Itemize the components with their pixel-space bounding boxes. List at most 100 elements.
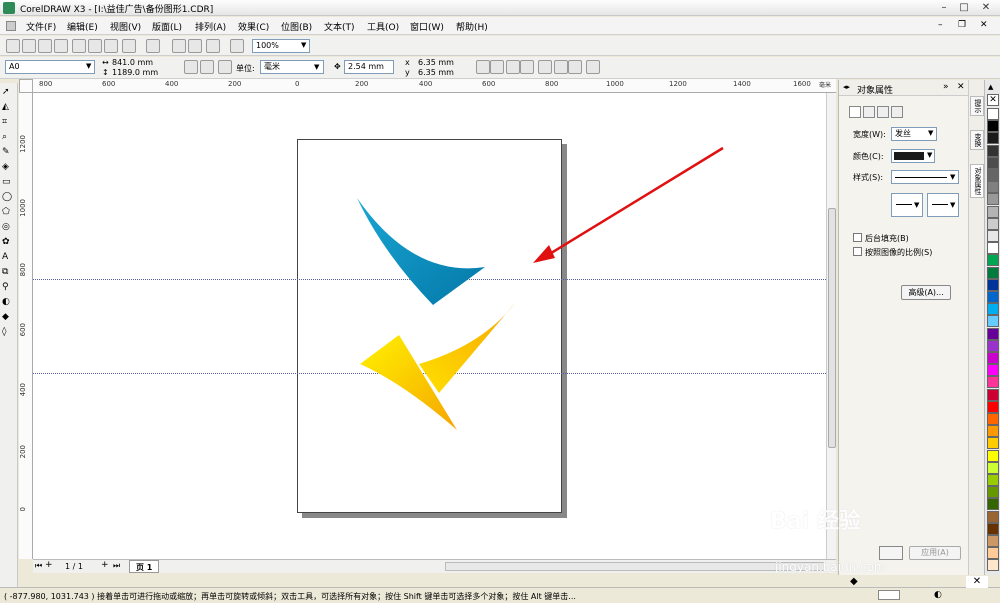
ellipse-tool-icon[interactable]: ◯ bbox=[2, 192, 16, 205]
chevron-down-icon[interactable]: ▼ bbox=[314, 63, 319, 71]
palette-swatch[interactable] bbox=[987, 303, 999, 316]
orange-right-wing-shape[interactable] bbox=[419, 302, 516, 393]
fill-swatch[interactable] bbox=[878, 590, 900, 600]
undo-icon[interactable] bbox=[122, 39, 136, 53]
scrollbar-thumb[interactable] bbox=[828, 208, 836, 448]
export-icon[interactable] bbox=[188, 39, 202, 53]
menu-layout[interactable]: 版面(L) bbox=[152, 20, 182, 33]
general-tab-icon[interactable] bbox=[877, 106, 889, 118]
palette-swatch[interactable] bbox=[987, 474, 999, 486]
outline-tool-icon[interactable]: ◐ bbox=[2, 297, 16, 310]
fill-tool-icon[interactable]: ◆ bbox=[2, 312, 16, 325]
vertical-scrollbar[interactable] bbox=[826, 93, 836, 559]
docker-options-icon[interactable]: » bbox=[943, 82, 949, 92]
palette-swatch[interactable] bbox=[987, 327, 999, 340]
menu-help[interactable]: 帮助(H) bbox=[456, 20, 488, 33]
rectangle-tool-icon[interactable]: ▭ bbox=[2, 177, 16, 190]
cut-icon[interactable] bbox=[72, 39, 86, 53]
palette-swatch[interactable] bbox=[987, 535, 999, 547]
new-icon[interactable] bbox=[6, 39, 20, 53]
chevron-down-icon[interactable]: ▼ bbox=[86, 62, 91, 70]
palette-swatch[interactable] bbox=[987, 315, 999, 328]
portrait-icon[interactable] bbox=[184, 60, 198, 74]
palette-scroll-up-icon[interactable]: ▲ bbox=[988, 83, 993, 91]
doc-minimize-icon[interactable]: – bbox=[938, 20, 943, 30]
zoom-tool-icon[interactable]: ⌕ bbox=[2, 132, 16, 145]
palette-swatch[interactable] bbox=[987, 461, 999, 474]
palette-swatch[interactable] bbox=[987, 144, 999, 157]
outline-style-select[interactable]: ▼ bbox=[891, 170, 959, 184]
close-button[interactable]: ✕ bbox=[972, 1, 1000, 15]
snap-grid-icon[interactable] bbox=[490, 60, 504, 74]
palette-swatch[interactable] bbox=[987, 510, 999, 523]
dynamic-guides-icon[interactable] bbox=[538, 60, 552, 74]
menu-file[interactable]: 文件(F) bbox=[26, 20, 56, 33]
menu-arrange[interactable]: 排列(A) bbox=[195, 20, 226, 33]
apply-button[interactable]: 应用(A) bbox=[909, 546, 961, 560]
freehand-tool-icon[interactable]: ✎ bbox=[2, 147, 16, 160]
text-edit-icon[interactable] bbox=[554, 60, 568, 74]
interactive-blend-icon[interactable]: ⧉ bbox=[2, 267, 16, 280]
nudge-distance-field[interactable]: 2.54 mm bbox=[344, 60, 394, 74]
basic-shapes-icon[interactable]: ✿ bbox=[2, 237, 16, 250]
palette-swatch[interactable] bbox=[987, 498, 999, 511]
start-arrow-select[interactable]: ▼ bbox=[891, 193, 923, 217]
palette-swatch[interactable] bbox=[987, 278, 999, 291]
palette-swatch[interactable] bbox=[987, 181, 999, 194]
doc-restore-icon[interactable]: ❐ bbox=[958, 20, 966, 30]
shape-tool-icon[interactable]: ◭ bbox=[2, 102, 16, 115]
fill-tab-icon[interactable] bbox=[849, 106, 861, 118]
palette-swatch[interactable] bbox=[987, 547, 999, 560]
print-icon[interactable] bbox=[54, 39, 68, 53]
behind-fill-checkbox[interactable] bbox=[853, 233, 862, 242]
interactive-fill-icon[interactable]: ◊ bbox=[2, 327, 16, 340]
docker-tab-transform[interactable]: 变换 bbox=[970, 130, 984, 150]
palette-swatch[interactable] bbox=[987, 120, 999, 133]
horizontal-ruler[interactable]: 800 600 400 200 0 200 400 600 800 1000 1… bbox=[33, 79, 836, 93]
docker-grip-icon[interactable]: ◂▸ bbox=[843, 83, 850, 91]
palette-swatch[interactable] bbox=[987, 108, 999, 120]
palette-swatch[interactable] bbox=[987, 266, 999, 279]
outline-color-picker[interactable]: ▼ bbox=[891, 149, 935, 163]
menu-window[interactable]: 窗口(W) bbox=[410, 20, 444, 33]
palette-swatch[interactable] bbox=[987, 339, 999, 352]
document-menu-icon[interactable] bbox=[6, 21, 16, 31]
palette-swatch[interactable] bbox=[987, 156, 999, 169]
treat-as-filled-icon[interactable] bbox=[476, 60, 490, 74]
palette-swatch[interactable] bbox=[987, 132, 999, 145]
palette-swatch[interactable] bbox=[987, 217, 999, 230]
text-tool-icon[interactable]: A bbox=[2, 252, 16, 265]
palette-swatch[interactable] bbox=[987, 205, 999, 218]
select-hidden-icon[interactable] bbox=[568, 60, 582, 74]
copy-icon[interactable] bbox=[88, 39, 102, 53]
add-page-after-icon[interactable]: + bbox=[101, 560, 109, 570]
page-tab[interactable]: 页 1 bbox=[129, 560, 160, 573]
blue-swoosh-shape[interactable] bbox=[357, 198, 485, 305]
docker-close-icon[interactable]: ✕ bbox=[957, 82, 965, 92]
palette-swatch[interactable] bbox=[987, 522, 999, 535]
palette-swatch[interactable] bbox=[987, 193, 999, 206]
duplicate-y-field[interactable]: 6.35 mm bbox=[418, 68, 454, 77]
paper-type-select[interactable]: A0 bbox=[5, 60, 95, 74]
drawing-canvas[interactable] bbox=[33, 93, 826, 559]
all-pages-icon[interactable] bbox=[218, 60, 232, 74]
polygon-tool-icon[interactable]: ⬠ bbox=[2, 207, 16, 220]
advanced-button[interactable]: 高级(A)... bbox=[901, 285, 951, 300]
palette-swatch[interactable] bbox=[987, 449, 999, 462]
add-page-before-icon[interactable]: + bbox=[45, 560, 53, 570]
smart-fill-icon[interactable]: ◈ bbox=[2, 162, 16, 175]
pick-tool-icon[interactable]: ➚ bbox=[2, 87, 16, 100]
palette-swatch[interactable] bbox=[987, 559, 999, 572]
first-page-icon[interactable]: ⏮ bbox=[35, 561, 42, 571]
snap-guidelines-icon[interactable] bbox=[506, 60, 520, 74]
docker-tab-hints[interactable]: 提示 bbox=[970, 96, 984, 116]
palette-swatch[interactable] bbox=[987, 400, 999, 413]
landscape-icon[interactable] bbox=[200, 60, 214, 74]
palette-swatch[interactable] bbox=[987, 254, 999, 267]
paper-height-field[interactable]: 1189.0 mm bbox=[112, 68, 158, 77]
palette-swatch[interactable] bbox=[987, 376, 999, 389]
spiral-tool-icon[interactable]: ◎ bbox=[2, 222, 16, 235]
paste-icon[interactable] bbox=[104, 39, 118, 53]
outline-tab-icon[interactable] bbox=[863, 106, 875, 118]
import-icon[interactable] bbox=[172, 39, 186, 53]
